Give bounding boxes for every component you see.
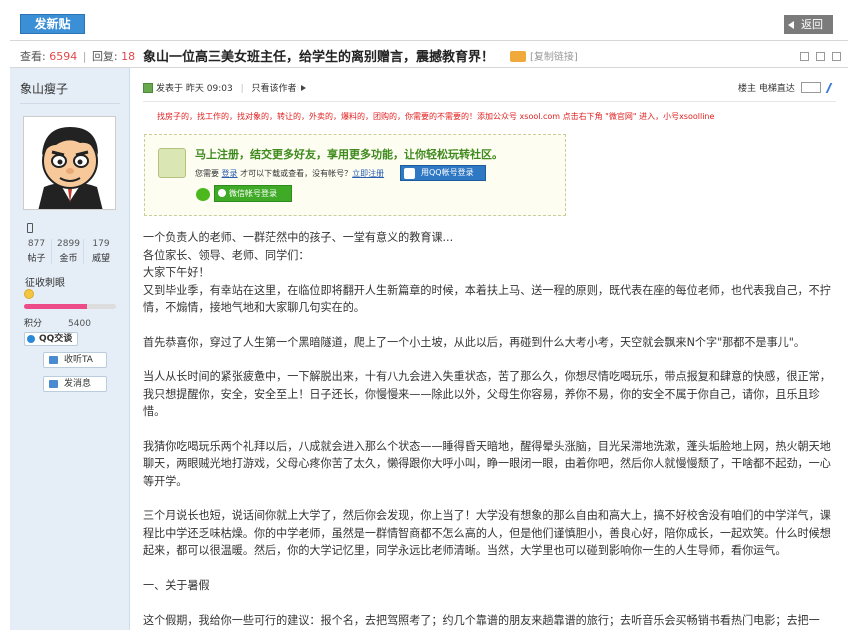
stat-value: 2899 — [57, 239, 80, 249]
login-middle-text: 才可以下载或查看，没有帐号？ — [240, 169, 353, 178]
jump-label: 电梯直达 — [758, 84, 795, 94]
thread-title-bar: 查看: 6594 | 回复: 18 象山一位高三美女班主任，给学生的离别赠言，震… — [10, 40, 848, 68]
stat-label: 帖子 — [27, 254, 46, 264]
back-button[interactable]: 返回 — [784, 15, 833, 34]
author-sidebar: 象山瘦子 877 帖子 2899 金币 179 威望 征收刺眼 积分 5400 QQ交谈 收… — [10, 68, 130, 630]
meta-separator: | — [240, 84, 244, 94]
user-stats: 877 帖子 2899 金币 179 威望 — [22, 239, 122, 264]
phone-icon — [27, 223, 33, 233]
meta-divider — [143, 101, 836, 102]
follow-icon — [49, 356, 58, 364]
post-main: 发表于 昨天 09:03 | 只看该作者 楼主 电梯直达 找房子的，找工作的，找… — [131, 68, 849, 630]
caret-right-icon — [300, 85, 306, 91]
post-content: 一个负责人的老师、一群茫然中的孩子、一堂有意义的教育课... 各位家长、领导、老… — [143, 229, 833, 629]
qq-login-button[interactable]: 用QQ帐号登录 — [400, 165, 486, 181]
stat-coins[interactable]: 2899 金币 — [54, 239, 84, 264]
views-count: 6594 — [49, 50, 78, 63]
prev-thread-icon[interactable] — [815, 52, 825, 61]
print-icon[interactable] — [800, 52, 809, 61]
replies-count: 18 — [121, 50, 136, 63]
floor-label: 楼主 — [738, 84, 757, 94]
replies-label: 回复: — [91, 50, 118, 63]
stats-separator: | — [82, 50, 87, 63]
post-paragraph: 大家下午好！ — [143, 266, 210, 279]
ad-banner-text[interactable]: 找房子的，找工作的，找对象的，转让的，外卖的，爆料的，团购的，你需要的不需要的！… — [157, 111, 714, 122]
rank-progress-fill — [24, 304, 87, 309]
points-label: 积分 — [24, 319, 43, 329]
message-button[interactable]: 发消息 — [43, 376, 107, 392]
stat-label: 威望 — [91, 254, 110, 264]
post-paragraph: 我猜你吃喝玩乐两个礼拜以后，八成就会进入那么个状态——睡得昏天暗地，醒得晕头涨脑… — [143, 439, 831, 488]
post-meta: 发表于 昨天 09:03 | 只看该作者 — [143, 81, 306, 94]
back-arrow-icon — [788, 21, 794, 29]
post-paragraph: 首先恭喜你，穿过了人生第一个黑暗隧道，爬上了一个小土坡，从此以后，再碰到什么大考… — [143, 335, 805, 349]
message-icon — [49, 380, 58, 388]
section-heading: 一、关于暑假 — [143, 578, 210, 592]
wechat-login-label: 微信帐号登录 — [229, 189, 277, 198]
share-icon — [510, 51, 526, 62]
stat-label: 金币 — [59, 254, 78, 264]
wechat-login-button[interactable]: 微信帐号登录 — [214, 185, 292, 202]
follow-label: 收听TA — [64, 355, 93, 365]
title-toolbar — [800, 50, 844, 64]
smiley-icon — [24, 289, 34, 299]
posted-label: 发表于 — [156, 84, 184, 94]
follow-button[interactable]: 收听TA — [43, 352, 107, 368]
stat-posts[interactable]: 877 帖子 — [22, 239, 52, 264]
views-label: 查看: — [20, 50, 46, 63]
author-name[interactable]: 象山瘦子 — [20, 80, 68, 97]
wechat-small-icon — [218, 189, 226, 197]
posted-time: 昨天 09:03 — [185, 84, 233, 94]
post-paragraph: 各位家长、领导、老师、同学们： — [143, 248, 310, 262]
points-value: 5400 — [68, 319, 91, 329]
user-rank: 征收刺眼 — [25, 278, 65, 289]
post-paragraph: 一个负责人的老师、一群茫然中的孩子、一堂有意义的教育课... — [143, 231, 454, 244]
rank-progress-bar — [24, 304, 116, 309]
login-prompt-box: 马上注册，结交更多好友，享用更多功能，让你轻松玩转社区。 您需要 登录 才可以下… — [144, 134, 566, 216]
post-paragraph: 这个假期，我给你一些可行的建议：报个名，去把驾照考了；约几个靠谱的朋友来趟靠谱的… — [143, 613, 820, 627]
login-prefix: 您需要 — [195, 169, 219, 178]
post-paragraph: 三个月说长也短，说话间你就上大学了，然后你会发现，你上当了！大学没有想象的那么自… — [143, 509, 831, 557]
register-link[interactable]: 立即注册 — [352, 169, 384, 178]
copy-link[interactable]: [复制链接] — [510, 48, 578, 63]
online-status-icon — [143, 83, 153, 93]
qq-chat-label: QQ交谈 — [39, 334, 73, 344]
floor-jump-input[interactable] — [800, 82, 821, 93]
floor-jump: 楼主 电梯直达 — [738, 81, 838, 94]
avatar-image — [24, 117, 115, 209]
copy-link-label: [复制链接] — [530, 52, 578, 63]
message-label: 发消息 — [64, 379, 92, 389]
avatar[interactable] — [23, 116, 116, 210]
lock-icon — [158, 148, 186, 178]
author-only-link[interactable]: 只看该作者 — [252, 84, 297, 94]
qq-chat-button[interactable]: QQ交谈 — [24, 332, 78, 346]
login-prompt-text: 您需要 登录 才可以下载或查看，没有帐号？立即注册 — [195, 168, 384, 179]
back-label: 返回 — [801, 18, 823, 31]
new-post-button[interactable]: 发新贴 — [20, 14, 85, 34]
post-paragraph: 又到毕业季，有幸站在这里，在临位即将翻开人生新篇章的时候，本着扶上马、送一程的原… — [143, 283, 831, 315]
stat-value: 877 — [27, 239, 46, 249]
thread-stats: 查看: 6594 | 回复: 18 — [20, 48, 135, 64]
sidebar-divider — [20, 103, 120, 104]
login-link[interactable]: 登录 — [222, 169, 238, 178]
thread-title: 象山一位高三美女班主任，给学生的离别赠言，震撼教育界！ — [143, 50, 495, 65]
stat-prestige[interactable]: 179 威望 — [86, 239, 116, 264]
next-thread-icon[interactable] — [831, 52, 841, 61]
stat-value: 179 — [92, 239, 110, 249]
top-bar: 发新贴 返回 — [0, 0, 851, 40]
points-row: 积分 5400 — [24, 316, 91, 329]
qq-icon — [404, 168, 415, 179]
qq-login-label: 用QQ帐号登录 — [421, 168, 474, 177]
login-prompt-title: 马上注册，结交更多好友，享用更多功能，让你轻松玩转社区。 — [195, 148, 503, 161]
post-paragraph: 当人从长时间的紧张疲惫中，一下解脱出来，十有八九会进入失重状态，苦了那么久，你想… — [143, 370, 831, 418]
qq-icon — [27, 335, 35, 343]
wechat-icon — [196, 188, 210, 201]
jump-go-icon[interactable] — [825, 83, 838, 93]
